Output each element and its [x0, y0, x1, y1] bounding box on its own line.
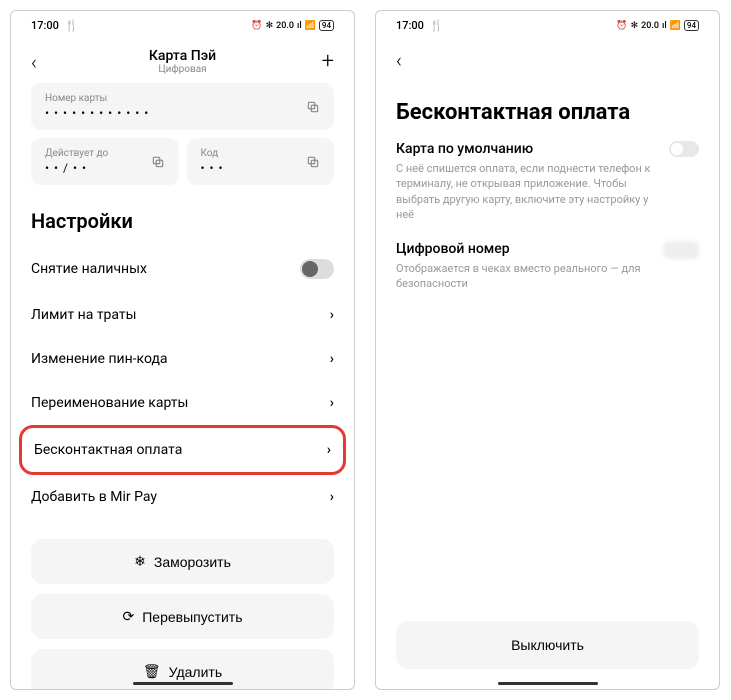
card-number-row[interactable]: Номер карты • • • • • • • • • • • • [31, 83, 334, 130]
back-button[interactable]: ‹ [396, 48, 416, 72]
copy-icon[interactable] [306, 155, 320, 169]
refresh-icon: ⟳ [122, 608, 134, 625]
status-bar: 17:00 🍴 ⏰✻20.0ıl📶94 [376, 11, 719, 36]
page-title: Бесконтактная оплата [376, 80, 719, 141]
card-number-label: Номер карты [45, 93, 149, 104]
freeze-button[interactable]: ❄ Заморозить [31, 539, 334, 584]
action-buttons: ❄ Заморозить ⟳ Перевыпустить 🗑 Удалить [11, 519, 354, 690]
back-button[interactable]: ‹ [31, 50, 51, 74]
settings-section-title: Настройки [11, 185, 354, 245]
setting-label: Добавить в Mir Pay [31, 489, 157, 505]
card-expiry-row[interactable]: Действует до • • / • • [31, 138, 179, 185]
chevron-right-icon: › [327, 442, 331, 458]
delete-label: Удалить [169, 664, 222, 680]
option-default-card: Карта по умолчанию С неё спишется оплата… [376, 141, 719, 241]
status-time: 17:00 [396, 19, 424, 32]
setting-add-mir-pay[interactable]: Добавить в Mir Pay › [31, 475, 334, 519]
option-title: Цифровой номер [396, 241, 663, 257]
setting-cash-withdrawal[interactable]: Снятие наличных [31, 245, 334, 293]
add-button[interactable]: + [314, 49, 334, 74]
setting-rename-card[interactable]: Переименование карты › [31, 381, 334, 425]
freeze-label: Заморозить [154, 554, 231, 570]
header-title: Карта Пэй Цифровая [51, 48, 314, 75]
toggle-switch[interactable] [669, 141, 699, 157]
copy-icon[interactable] [151, 155, 165, 169]
status-right: ⏰✻20.0ıl📶94 [616, 20, 699, 31]
card-number-value: • • • • • • • • • • • • [45, 106, 149, 120]
option-desc: Отображается в чеках вместо реального — … [396, 261, 699, 292]
option-desc: С неё спишется оплата, если поднести тел… [396, 161, 699, 223]
header-title-sub: Цифровая [51, 64, 314, 75]
status-icons: 🍴 [65, 19, 79, 32]
setting-label: Снятие наличных [31, 261, 147, 277]
setting-label: Изменение пин-кода [31, 351, 168, 367]
setting-label: Бесконтактная оплата [34, 442, 182, 458]
setting-change-pin[interactable]: Изменение пин-кода › [31, 337, 334, 381]
status-bar: 17:00 🍴 ⏰✻20.0ıl📶94 [11, 11, 354, 36]
card-info: Номер карты • • • • • • • • • • • • Дейс… [11, 83, 354, 185]
card-expiry-label: Действует до [45, 148, 108, 159]
chevron-right-icon: › [330, 489, 334, 505]
copy-icon[interactable] [306, 100, 320, 114]
home-indicator[interactable] [133, 682, 233, 685]
chevron-right-icon: › [330, 351, 334, 367]
header-title-main: Карта Пэй [51, 48, 314, 64]
trash-icon: 🗑 [143, 663, 161, 680]
reissue-label: Перевыпустить [142, 609, 242, 625]
card-expiry-value: • • / • • [45, 161, 108, 175]
chevron-right-icon: › [330, 307, 334, 323]
home-indicator[interactable] [498, 682, 598, 685]
setting-spending-limit[interactable]: Лимит на траты › [31, 293, 334, 337]
screen-contactless-payment: 17:00 🍴 ⏰✻20.0ıl📶94 ‹ Бесконтактная опла… [375, 10, 720, 690]
option-digital-number: Цифровой номер Отображается в чеках вмес… [376, 241, 719, 310]
header: ‹ Карта Пэй Цифровая + [11, 36, 354, 83]
header: ‹ [376, 36, 719, 80]
option-title: Карта по умолчанию [396, 141, 669, 157]
setting-label: Лимит на траты [31, 307, 137, 323]
card-code-label: Код [201, 148, 224, 159]
status-right: ⏰✻20.0ıl📶94 [251, 20, 334, 31]
setting-contactless-payment[interactable]: Бесконтактная оплата › [19, 425, 346, 475]
blurred-value [663, 241, 699, 259]
screen-card-settings: 17:00 🍴 ⏰✻20.0ıl📶94 ‹ Карта Пэй Цифровая… [10, 10, 355, 690]
setting-label: Переименование карты [31, 395, 188, 411]
chevron-right-icon: › [330, 395, 334, 411]
settings-list: Снятие наличных Лимит на траты › Изменен… [11, 245, 354, 519]
snowflake-icon: ❄ [134, 553, 146, 570]
status-icons: 🍴 [430, 19, 444, 32]
disable-button[interactable]: Выключить [396, 621, 699, 669]
status-time: 17:00 [31, 19, 59, 32]
reissue-button[interactable]: ⟳ Перевыпустить [31, 594, 334, 639]
toggle-switch[interactable] [300, 259, 334, 279]
card-code-row[interactable]: Код • • • [187, 138, 335, 185]
card-code-value: • • • [201, 161, 224, 175]
disable-label: Выключить [511, 637, 584, 653]
